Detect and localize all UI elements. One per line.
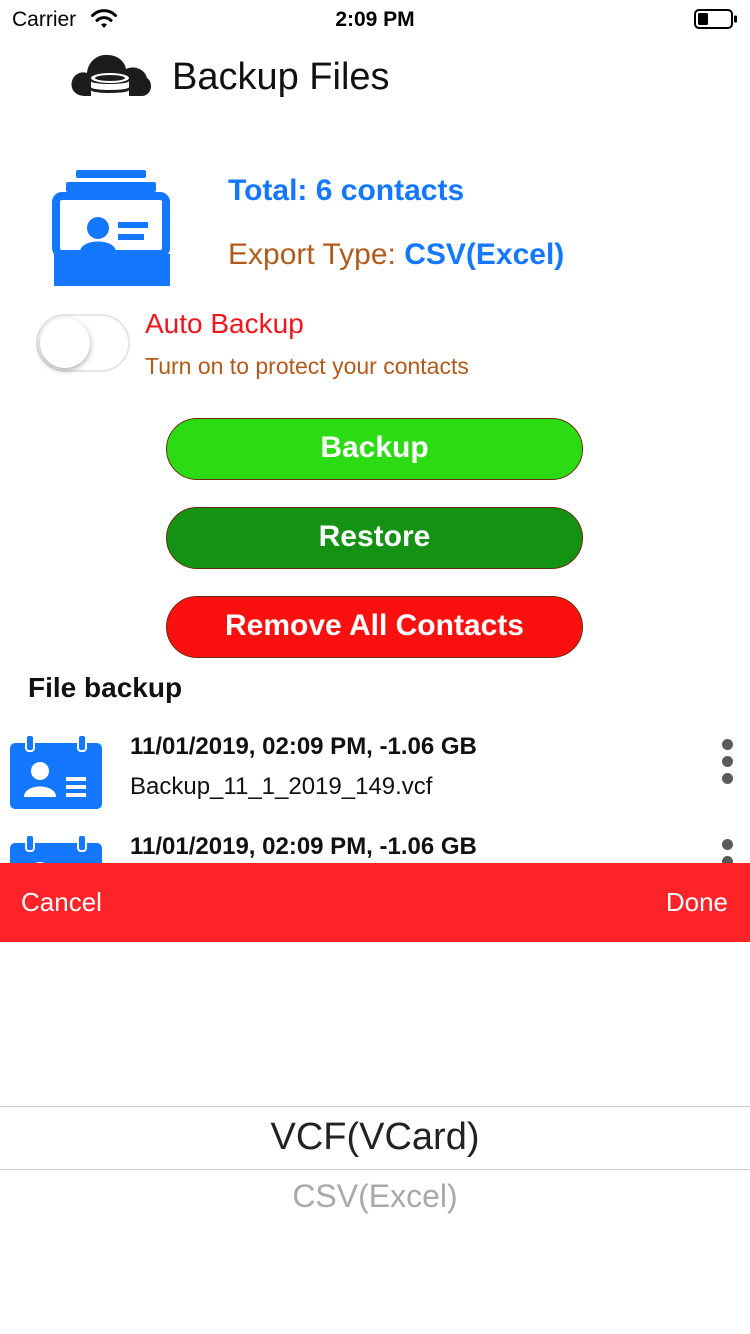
picker-option[interactable]: CSV(Excel) bbox=[0, 1178, 750, 1215]
file-backup-heading: File backup bbox=[28, 672, 183, 703]
done-button[interactable]: Done bbox=[666, 887, 728, 918]
export-type-row[interactable]: Export Type: CSV(Excel) bbox=[228, 238, 564, 272]
cloud-database-icon bbox=[71, 54, 151, 107]
picker-divider bbox=[0, 1106, 750, 1107]
export-type-picker[interactable]: VCF(VCard) CSV(Excel) bbox=[0, 942, 750, 1334]
cancel-button[interactable]: Cancel bbox=[21, 887, 102, 918]
auto-backup-title: Auto Backup bbox=[145, 308, 304, 339]
file-meta: 11/01/2019, 02:09 PM, -1.06 GB bbox=[130, 733, 477, 760]
total-contacts-label: Total: 6 contacts bbox=[228, 174, 465, 207]
file-meta: 11/01/2019, 02:09 PM, -1.06 GB bbox=[130, 833, 477, 860]
auto-backup-subtitle: Turn on to protect your contacts bbox=[145, 353, 469, 379]
picker-option-selected[interactable]: VCF(VCard) bbox=[0, 1116, 750, 1159]
restore-button[interactable]: Restore bbox=[166, 507, 583, 569]
status-bar: Carrier 2:09 PM bbox=[0, 0, 750, 40]
picker-divider bbox=[0, 1169, 750, 1170]
remove-all-contacts-button[interactable]: Remove All Contacts bbox=[166, 596, 583, 658]
page-title: Backup Files bbox=[172, 56, 390, 98]
more-options-icon[interactable] bbox=[720, 739, 734, 787]
toggle-knob bbox=[40, 318, 90, 368]
auto-backup-toggle[interactable] bbox=[36, 314, 130, 372]
contact-card-icon bbox=[10, 734, 102, 809]
battery-icon bbox=[694, 9, 737, 29]
status-time: 2:09 PM bbox=[335, 8, 415, 31]
file-name: Backup_11_1_2019_149.vcf bbox=[130, 773, 433, 800]
export-type-label: Export Type: bbox=[228, 238, 405, 271]
export-type-value[interactable]: CSV(Excel) bbox=[404, 238, 564, 271]
contact-cards-icon bbox=[52, 170, 170, 286]
backup-button[interactable]: Backup bbox=[166, 418, 583, 480]
picker-toolbar: Cancel Done bbox=[0, 863, 750, 942]
list-item[interactable]: 11/01/2019, 02:09 PM, -1.06 GB Backup_11… bbox=[0, 725, 750, 825]
